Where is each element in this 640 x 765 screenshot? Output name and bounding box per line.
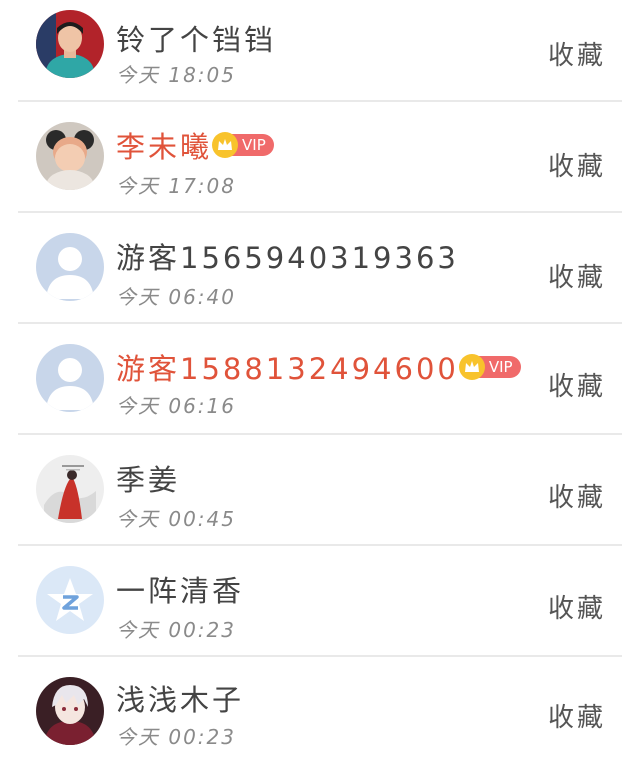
favorite-button[interactable]: 收藏 (548, 35, 606, 72)
crown-icon (212, 132, 239, 158)
favorite-button[interactable]: 收藏 (548, 588, 606, 625)
favorite-button[interactable]: 收藏 (548, 366, 606, 403)
user-name: 李未曦 (116, 130, 213, 164)
visit-time: 今天 00:23 (116, 725, 236, 749)
crown-icon (458, 354, 485, 380)
vip-badge: VIP (458, 354, 521, 380)
vip-badge: VIP (212, 132, 274, 158)
user-name: 浅浅木子 (116, 683, 245, 717)
qq-star-avatar[interactable] (36, 566, 104, 634)
user-name: 游客1588132494600 (116, 352, 459, 386)
list-item[interactable]: 一阵清香 今天 00:23 收藏 (0, 544, 640, 655)
visit-time: 今天 06:16 (116, 394, 236, 418)
default-user-avatar[interactable] (36, 233, 104, 301)
user-name-row: 李未曦 VIP (116, 124, 274, 166)
list-item[interactable]: 李未曦 VIP 今天 17:08 收藏 (0, 100, 640, 211)
painting-red-figure-avatar[interactable] (36, 455, 104, 523)
default-user-avatar[interactable] (36, 344, 104, 412)
user-name: 游客1565940319363 (116, 241, 459, 275)
user-name-row: 游客1588132494600 VIP (116, 346, 521, 388)
visit-time: 今天 00:45 (116, 507, 236, 531)
favorite-button[interactable]: 收藏 (548, 697, 606, 734)
user-name: 季姜 (116, 463, 181, 497)
list-item[interactable]: 浅浅木子 今天 00:23 收藏 (0, 655, 640, 765)
visit-time: 今天 06:40 (116, 285, 236, 309)
visit-time: 今天 00:23 (116, 618, 236, 642)
photo-boy-avatar[interactable] (36, 10, 104, 78)
favorite-button[interactable]: 收藏 (548, 477, 606, 514)
anime-character-avatar[interactable] (36, 677, 104, 745)
favorite-button[interactable]: 收藏 (548, 146, 606, 183)
vip-label: VIP (488, 358, 513, 376)
list-item[interactable]: 季姜 今天 00:45 收藏 (0, 433, 640, 544)
list-item[interactable]: 游客1588132494600 VIP 今天 06:16 收藏 (0, 322, 640, 433)
visit-time: 今天 18:05 (116, 63, 236, 87)
user-name: 一阵清香 (116, 574, 245, 608)
visit-time: 今天 17:08 (116, 174, 236, 198)
user-name: 铃了个铛铛 (116, 23, 277, 57)
favorite-button[interactable]: 收藏 (548, 257, 606, 294)
list-item[interactable]: 游客1565940319363 今天 06:40 收藏 (0, 211, 640, 322)
vip-label: VIP (242, 136, 266, 154)
photo-baby-avatar[interactable] (36, 122, 104, 190)
list-item[interactable]: 铃了个铛铛 今天 18:05 收藏 (0, 0, 640, 100)
